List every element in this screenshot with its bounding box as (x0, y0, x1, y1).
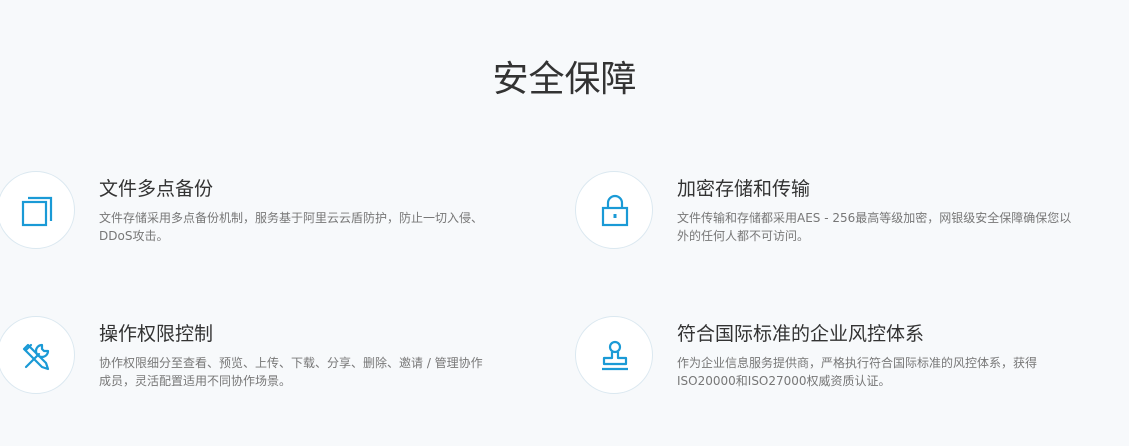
feature-description: 协作权限细分至查看、预览、上传、下载、分享、删除、邀请 / 管理协作成员，灵活配… (99, 356, 483, 388)
feature-description: 作为企业信息服务提供商，严格执行符合国际标准的风控体系，获得ISO20000和I… (677, 356, 1038, 388)
feature-title: 符合国际标准的企业风控体系 (677, 323, 925, 345)
security-section: 安全保障 文件多点备份 文件存储采用多点备份机制，服务基于阿里云云盾防护，防止一… (0, 0, 1129, 446)
lock-icon (601, 194, 629, 227)
feature-icon-circle (0, 316, 75, 394)
feature-title: 操作权限控制 (99, 323, 214, 345)
feature-description: 文件传输和存储都采用AES - 256最高等级加密，网银级安全保障确保您以外的任… (677, 211, 1072, 243)
feature-icon-circle (575, 171, 653, 249)
feature-icon-circle (0, 171, 75, 249)
copy-layers-icon (21, 196, 53, 227)
feature-permission-control: 操作权限控制 协作权限细分至查看、预览、上传、下载、分享、删除、邀请 / 管理协… (0, 316, 517, 406)
stamp-icon (602, 340, 628, 371)
feature-encryption: 加密存储和传输 文件传输和存储都采用AES - 256最高等级加密，网银级安全保… (575, 171, 1095, 261)
feature-risk-control: 符合国际标准的企业风控体系 作为企业信息服务提供商，严格执行符合国际标准的风控体… (575, 316, 1095, 406)
feature-description: 文件存储采用多点备份机制，服务基于阿里云云盾防护，防止一切入侵、DDoS攻击。 (99, 211, 484, 243)
feature-title: 文件多点备份 (99, 178, 214, 200)
section-title: 安全保障 (492, 59, 637, 100)
feature-icon-circle (575, 316, 653, 394)
feature-file-backup: 文件多点备份 文件存储采用多点备份机制，服务基于阿里云云盾防护，防止一切入侵、D… (0, 171, 517, 261)
feature-title: 加密存储和传输 (677, 178, 811, 200)
wrench-screwdriver-icon (22, 343, 50, 371)
